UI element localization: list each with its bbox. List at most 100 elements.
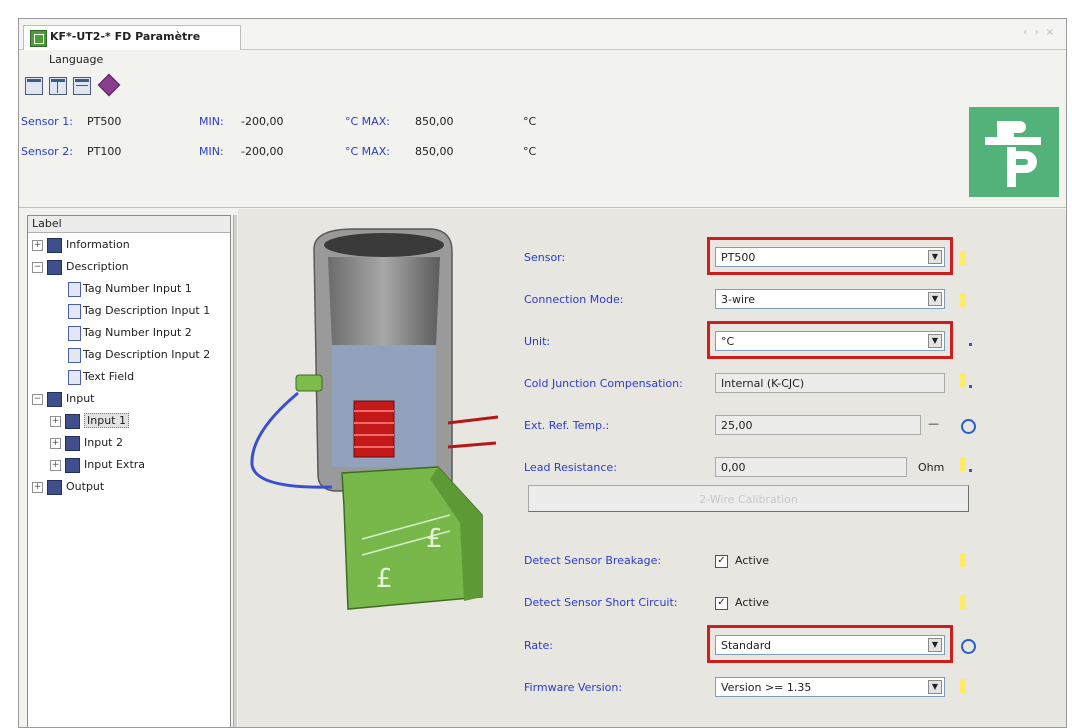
highlight-unit: [707, 321, 953, 359]
highlight-sensor: [707, 237, 953, 275]
expand-icon[interactable]: +: [50, 459, 61, 471]
chevron-down-icon[interactable]: ▼: [928, 292, 942, 306]
folder-book-icon: [65, 413, 80, 429]
lead-resistance-label: Lead Resistance:: [524, 461, 617, 474]
tree-item-label: Input 2: [84, 436, 123, 449]
lead-resistance-unit: Ohm: [918, 461, 945, 474]
two-wire-calibration-button[interactable]: 2-Wire Calibration: [528, 485, 969, 512]
help-book-icon[interactable]: [97, 73, 121, 97]
detect-breakage-checkbox[interactable]: ✓: [715, 555, 728, 568]
document-tab[interactable]: KF*-UT2-* FD Paramètre: [23, 25, 241, 50]
tree-item-input-extra[interactable]: + Input Extra: [50, 455, 145, 475]
splitter[interactable]: [233, 215, 237, 727]
tree-item-tag-description-input-2[interactable]: Tag Description Input 2: [68, 345, 210, 365]
chevron-down-icon[interactable]: ▼: [928, 680, 942, 694]
tree-item-output[interactable]: + Output: [32, 477, 104, 497]
menu-language[interactable]: Language: [49, 53, 103, 66]
sensor1-max: 850,00: [415, 115, 454, 128]
window-layout-icon[interactable]: [25, 77, 43, 95]
info-marker-icon: [960, 293, 966, 307]
sensor1-min-label: MIN:: [199, 115, 224, 128]
connection-mode-select[interactable]: 3-wire ▼: [715, 289, 945, 309]
info-marker-icon: [960, 373, 966, 387]
tree-item-label: Input Extra: [84, 458, 146, 471]
detect-breakage-active-label: Active: [735, 554, 770, 567]
collapse-icon[interactable]: −: [32, 261, 43, 273]
svg-text:£: £: [426, 524, 443, 554]
parameter-page-icon: [68, 325, 81, 341]
sensor-label: Sensor:: [524, 251, 566, 264]
parameter-panel: £ £ Sensor: Connection Mode: Unit: Cold …: [238, 209, 1066, 727]
sensor2-min-label: MIN:: [199, 145, 224, 158]
info-marker-icon: [960, 251, 966, 265]
title-bar: KF*-UT2-* FD Paramètre ‹ › ×: [19, 19, 1066, 50]
ext-ref-temp-label: Ext. Ref. Temp.:: [524, 419, 610, 432]
status-circle-icon: [961, 419, 976, 434]
svg-text:£: £: [376, 564, 393, 594]
folder-book-icon: [47, 237, 62, 253]
info-marker-icon: [960, 679, 966, 693]
sensor2-max: 850,00: [415, 145, 454, 158]
tab-title: KF*-UT2-* FD Paramètre: [50, 30, 201, 43]
tree-item-description[interactable]: − Description: [32, 257, 129, 277]
pepperl-fuchs-logo: [969, 107, 1059, 197]
connection-mode-label: Connection Mode:: [524, 293, 624, 306]
parameter-page-icon: [68, 369, 81, 385]
tree-item-label: Input: [66, 392, 95, 405]
folder-book-icon: [47, 479, 62, 495]
firmware-value: Version >= 1.35: [721, 681, 812, 694]
tree-item-label: Input 1: [84, 413, 129, 428]
lead-resistance-field[interactable]: 0,00: [715, 457, 907, 477]
tree-item-tag-number-input-1[interactable]: Tag Number Input 1: [68, 279, 192, 299]
firmware-label: Firmware Version:: [524, 681, 623, 694]
tree-item-text-field[interactable]: Text Field: [68, 367, 134, 387]
ext-ref-temp-suffix: —: [928, 417, 939, 430]
sensor2-label: Sensor 2:: [21, 145, 73, 158]
sensor2-min: -200,00: [241, 145, 284, 158]
folder-book-icon: [47, 391, 62, 407]
parameter-page-icon: [68, 281, 81, 297]
info-marker-icon: [960, 595, 966, 609]
detect-breakage-label: Detect Sensor Breakage:: [524, 554, 662, 567]
detect-short-checkbox[interactable]: ✓: [715, 597, 728, 610]
expand-icon[interactable]: +: [32, 481, 43, 493]
collapse-icon[interactable]: −: [32, 393, 43, 405]
sensor1-unit: °C: [523, 115, 537, 128]
tree-item-label: Tag Number Input 2: [83, 326, 192, 339]
tree-item-tag-number-input-2[interactable]: Tag Number Input 2: [68, 323, 192, 343]
tree-header: Label: [28, 216, 230, 233]
tree-item-label: Tag Number Input 1: [83, 282, 192, 295]
parameter-page-icon: [68, 303, 81, 319]
header-divider: [19, 207, 1066, 208]
sensor1-max-label: °C MAX:: [345, 115, 390, 128]
tree-item-input[interactable]: − Input: [32, 389, 94, 409]
tree-item-label: Tag Description Input 1: [83, 304, 211, 317]
sensor1-label: Sensor 1:: [21, 115, 73, 128]
tree-item-information[interactable]: + Information: [32, 235, 130, 255]
info-marker-icon: [960, 553, 966, 567]
tree-item-input-1[interactable]: + Input 1: [50, 411, 129, 431]
window-controls[interactable]: ‹ › ×: [1023, 27, 1056, 38]
expand-icon[interactable]: +: [32, 239, 43, 251]
tree-item-label: Description: [66, 260, 129, 273]
status-dot-icon: [969, 385, 972, 388]
cold-junction-field: Internal (K-CJC): [715, 373, 945, 393]
split-window-icon[interactable]: [49, 77, 67, 95]
ext-ref-temp-field[interactable]: 25,00: [715, 415, 921, 435]
tree-item-label: Output: [66, 480, 105, 493]
info-marker-icon: [960, 457, 966, 471]
firmware-select[interactable]: Version >= 1.35 ▼: [715, 677, 945, 697]
unit-label: Unit:: [524, 335, 551, 348]
highlight-rate: [707, 625, 953, 663]
folder-book-icon: [47, 259, 62, 275]
expand-icon[interactable]: +: [50, 437, 61, 449]
app-icon: [30, 30, 47, 47]
expand-icon[interactable]: +: [50, 415, 61, 427]
application-window: KF*-UT2-* FD Paramètre ‹ › × Language Se…: [18, 18, 1067, 728]
tree-item-input-2[interactable]: + Input 2: [50, 433, 123, 453]
tree-item-label: Text Field: [83, 370, 135, 383]
table-view-icon[interactable]: [73, 77, 91, 95]
tree-item-tag-description-input-1[interactable]: Tag Description Input 1: [68, 301, 210, 321]
detect-short-active-label: Active: [735, 596, 770, 609]
sensor2-unit: °C: [523, 145, 537, 158]
